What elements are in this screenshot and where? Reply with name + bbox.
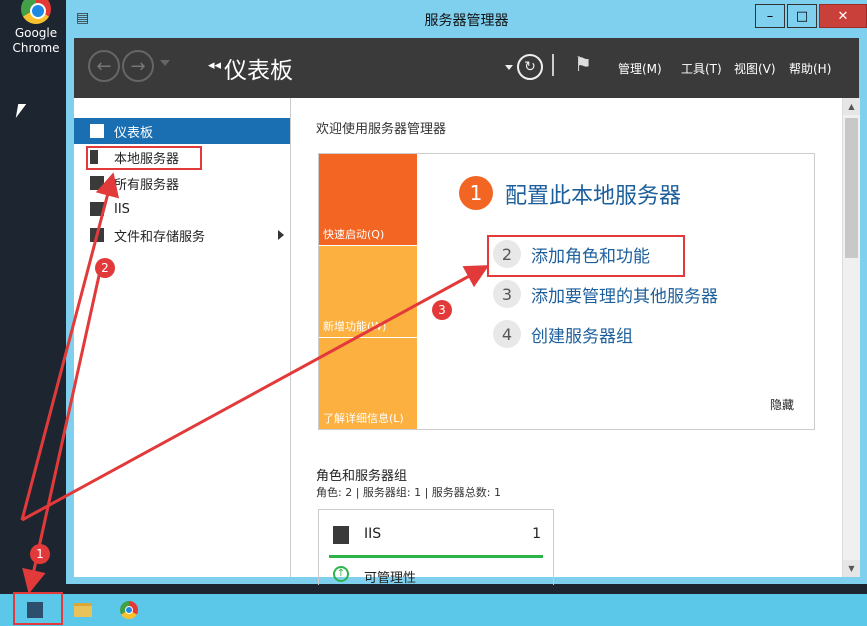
mouse-cursor-icon (15, 104, 27, 118)
sidebar-item-label: 仪表板 (114, 125, 154, 141)
taskbar-chrome[interactable] (110, 596, 148, 624)
dashboard-icon (90, 124, 104, 138)
welcome-tile: 快速启动(Q) 新增功能(W) 了解详细信息(L) 1 配置此本地服务器 2 添… (318, 153, 815, 430)
create-server-group-link[interactable]: 4 创建服务器组 (493, 320, 633, 348)
configure-local-server-link[interactable]: 配置此本地服务器 (505, 178, 681, 210)
toolbar-separator (552, 54, 554, 76)
highlight-local-server (86, 146, 202, 170)
welcome-title: 欢迎使用服务器管理器 (316, 122, 447, 137)
close-button[interactable]: ✕ (819, 4, 867, 28)
taskbar-file-explorer[interactable] (64, 596, 102, 624)
step-label: 创建服务器组 (531, 326, 633, 347)
menu-tools[interactable]: 工具(T) (681, 60, 722, 77)
vertical-scrollbar[interactable]: ▲ ▼ (842, 98, 860, 577)
learn-more-label: 了解详细信息(L) (323, 412, 404, 425)
back-arrow-icon[interactable]: ← (88, 50, 120, 82)
role-status-bar (329, 555, 543, 558)
dashboard-main: 欢迎使用服务器管理器 快速启动(Q) 新增功能(W) 了解详细信息(L) 1 配… (291, 98, 842, 586)
step-number: 3 (493, 280, 521, 308)
history-dropdown-icon[interactable] (160, 60, 170, 66)
annotation-badge-2: 2 (95, 258, 115, 278)
scroll-thumb[interactable] (845, 118, 858, 258)
sidebar-item-label: IIS (114, 201, 130, 217)
scroll-up-icon[interactable]: ▲ (843, 98, 860, 115)
server-manager-window: ▤ 服务器管理器 – □ ✕ ← → ◂◂ 仪表板 ↻ ⚑ 管理(M) 工具(T… (66, 0, 867, 586)
quick-start-tile[interactable]: 快速启动(Q) (319, 154, 417, 245)
whats-new-tile[interactable]: 新增功能(W) (319, 246, 417, 337)
scroll-down-icon[interactable]: ▼ (843, 560, 860, 577)
breadcrumb: 仪表板 (224, 58, 293, 84)
folder-icon (74, 603, 92, 617)
chrome-icon (21, 0, 51, 24)
storage-icon (90, 228, 104, 242)
annotation-badge-3: 3 (432, 300, 452, 320)
roles-summary: 角色: 2 | 服务器组: 1 | 服务器总数: 1 (316, 486, 502, 499)
menu-view[interactable]: 视图(V) (734, 60, 776, 77)
role-name: IIS (364, 526, 382, 542)
maximize-button[interactable]: □ (787, 4, 817, 28)
sidebar-item-label: 所有服务器 (114, 177, 180, 193)
sidebar-item-file-storage[interactable]: 文件和存储服务 (74, 222, 290, 248)
chrome-shortcut-label: Google Chrome (12, 26, 60, 55)
submenu-arrow-icon[interactable] (278, 230, 284, 240)
manageability-link[interactable]: 可管理性 (364, 567, 416, 586)
add-other-servers-link[interactable]: 3 添加要管理的其他服务器 (493, 280, 718, 308)
breadcrumb-arrows-icon: ◂◂ (208, 58, 222, 73)
window-title: 服务器管理器 (424, 13, 509, 29)
whats-new-label: 新增功能(W) (323, 320, 387, 333)
sidebar-item-iis[interactable]: IIS (74, 196, 290, 222)
toolbar: ← → ◂◂ 仪表板 ↻ ⚑ 管理(M) 工具(T) 视图(V) 帮助(H) (74, 38, 859, 98)
step-number-badge: 1 (459, 176, 493, 210)
iis-icon (333, 526, 349, 544)
iis-role-card[interactable]: IIS 1 ↑ 可管理性 (318, 509, 554, 586)
roles-section-title: 角色和服务器组 (316, 469, 408, 484)
chrome-icon (120, 601, 138, 619)
status-ok-icon: ↑ (333, 566, 349, 582)
forward-arrow-icon[interactable]: → (122, 50, 154, 82)
highlight-taskbar-server-manager (13, 592, 63, 625)
sidebar-item-label: 文件和存储服务 (114, 229, 206, 245)
learn-more-tile[interactable]: 了解详细信息(L) (319, 338, 417, 429)
sidebar-item-dashboard[interactable]: 仪表板 (74, 118, 290, 144)
chrome-desktop-shortcut[interactable]: Google Chrome (8, 0, 64, 56)
menu-help[interactable]: 帮助(H) (789, 60, 831, 77)
servers-icon (90, 176, 104, 190)
quick-start-label: 快速启动(Q) (323, 228, 385, 241)
menu-manage[interactable]: 管理(M) (618, 60, 662, 77)
highlight-add-roles (487, 235, 685, 277)
annotation-badge-1: 1 (30, 544, 50, 564)
sidebar-item-all-servers[interactable]: 所有服务器 (74, 170, 290, 196)
notifications-flag-icon[interactable]: ⚑ (574, 52, 592, 76)
minimize-button[interactable]: – (755, 4, 785, 28)
step-number: 4 (493, 320, 521, 348)
iis-icon (90, 202, 104, 216)
title-bar[interactable]: ▤ 服务器管理器 – □ ✕ (66, 0, 867, 38)
hide-link[interactable]: 隐藏 (770, 396, 794, 413)
refresh-dropdown-icon[interactable] (505, 65, 513, 70)
taskbar (0, 594, 867, 626)
step-label: 添加要管理的其他服务器 (531, 286, 718, 307)
role-count: 1 (532, 526, 541, 542)
refresh-icon[interactable]: ↻ (517, 54, 543, 80)
